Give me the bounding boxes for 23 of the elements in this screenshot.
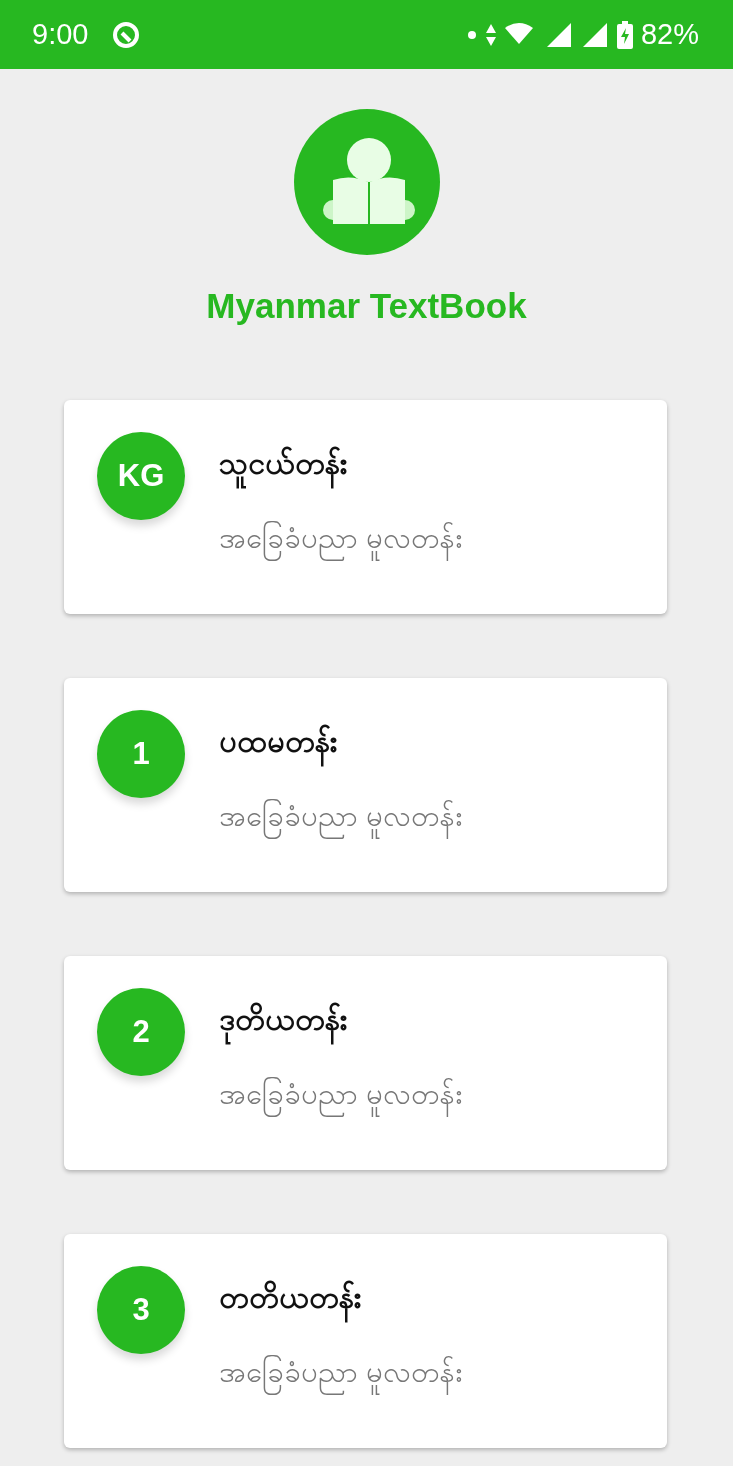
grade-badge: 1 xyxy=(97,710,185,798)
grade-card[interactable]: KG သူငယ်တန်း အခြေခံပညာ မူလတန်း xyxy=(64,400,667,614)
status-time: 9:00 xyxy=(32,18,89,51)
grade-title: တတိယတန်း xyxy=(219,1278,463,1323)
battery-icon xyxy=(616,20,633,49)
dot-icon xyxy=(466,29,477,40)
grade-subtitle: အခြေခံပညာ မူလတန်း xyxy=(219,1075,463,1118)
grade-subtitle: အခြေခံပညာ မူလတန်း xyxy=(219,797,463,840)
grade-badge: KG xyxy=(97,432,185,520)
grade-card[interactable]: 2 ဒုတိယတန်း အခြေခံပညာ မူလတန်း xyxy=(64,956,667,1170)
app-title: Myanmar TextBook xyxy=(206,286,527,326)
grade-card[interactable]: 1 ပထမတန်း အခြေခံပညာ မူလတန်း xyxy=(64,678,667,892)
grade-subtitle: အခြေခံပညာ မူလတန်း xyxy=(219,1353,463,1396)
grade-badge: 2 xyxy=(97,988,185,1076)
reader-logo-icon xyxy=(292,108,441,256)
grade-title: သူငယ်တန်း xyxy=(219,444,463,489)
grade-card[interactable]: 3 တတိယတန်း အခြေခံပညာ မူလတန်း xyxy=(64,1234,667,1448)
data-arrows-icon xyxy=(484,22,497,47)
grade-badge: 3 xyxy=(97,1266,185,1354)
grade-subtitle: အခြေခံပညာ မူလတန်း xyxy=(219,519,463,562)
grade-title: ဒုတိယတန်း xyxy=(219,1000,463,1045)
battery-percentage: 82% xyxy=(640,18,699,51)
grade-title: ပထမတန်း xyxy=(219,722,463,767)
